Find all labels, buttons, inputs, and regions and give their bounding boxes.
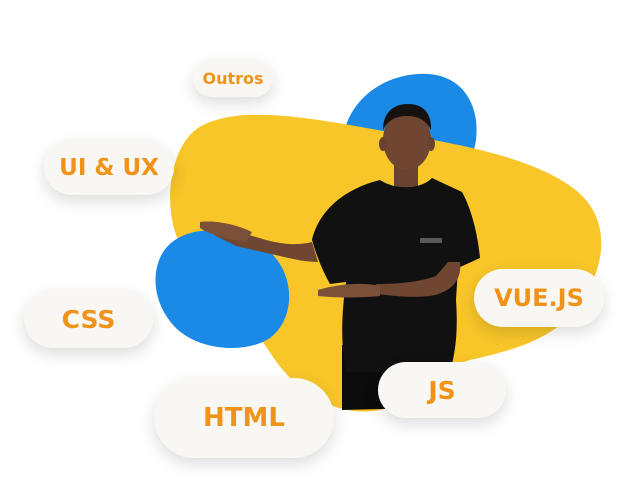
skill-label-vue-js: VUE.JS — [494, 284, 584, 312]
skill-pill-ui-ux: UI & UX — [44, 140, 174, 195]
skill-pill-outros: Outros — [193, 60, 273, 97]
skill-label-ui-ux: UI & UX — [59, 154, 159, 181]
skill-pill-css: CSS — [24, 290, 153, 348]
skill-label-html: HTML — [203, 403, 285, 433]
skill-label-js: JS — [428, 375, 456, 405]
person-right-ear — [427, 137, 435, 151]
skill-label-css: CSS — [61, 304, 116, 334]
skill-pill-js: JS — [378, 362, 506, 418]
person-right-hand — [318, 283, 380, 298]
skill-pill-vue-js: VUE.JS — [474, 269, 604, 327]
skill-label-outros: Outros — [202, 69, 264, 88]
person-left-ear — [379, 137, 387, 151]
shirt-logo — [420, 238, 442, 243]
hero-skills-illustration: Outros UI & UX CSS VUE.JS JS HTML — [0, 0, 628, 498]
skill-pill-html: HTML — [154, 378, 334, 458]
